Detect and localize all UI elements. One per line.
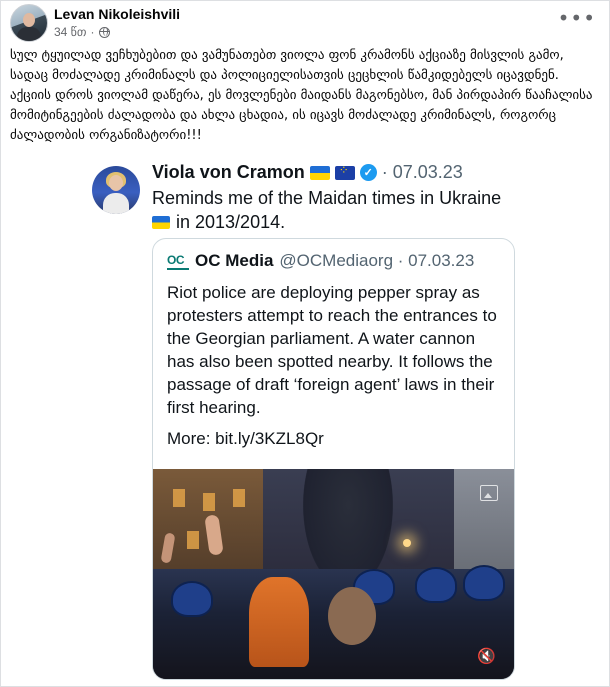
street-light [403,539,411,547]
tweet-text-line-1: Reminds me of the Maidan times in Ukrain… [152,188,502,208]
globe-icon[interactable] [98,26,110,38]
author-name[interactable]: Levan Nikoleishvili [54,6,180,22]
quoted-tweet-header: OC OC Media @OCMediaorg · 07.03.23 [167,251,474,271]
tweet-header: Viola von Cramon ✓ · 07.03.23 [152,162,463,183]
building-window [203,493,215,511]
building-window [187,531,199,549]
quoted-tweet-text: Riot police are deploying pepper spray a… [167,283,497,417]
quoted-tweet: OC OC Media @OCMediaorg · 07.03.23 Riot … [152,238,515,680]
image-gallery-icon [480,485,498,501]
protest-video-thumbnail: 🔇 [153,469,514,679]
orange-hood-person [249,577,309,667]
tweet-author-avatar [92,166,140,214]
quoted-tweet-link: More: bit.ly/3KZL8Qr [167,429,324,448]
avatar-head [23,13,35,27]
police-helmet [171,581,213,617]
quoted-author-name: OC Media [195,251,274,270]
post-meta: 34 წთ · [54,25,110,39]
tweet-text-line-2: in 2013/2014. [176,212,286,232]
avatar-coat [103,193,129,214]
avatar-face [109,175,123,191]
post-caption: სულ ტყუილად ვეჩხუბებით და ვამუნათებთ ვიო… [10,48,593,143]
protester-head [328,587,376,645]
facebook-post: Levan Nikoleishvili 34 წთ · ••• სულ ტყუი… [0,0,610,687]
building-window [233,489,245,507]
tweet-text-line-2-row: in 2013/2014. [152,210,522,234]
police-helmet [415,567,457,603]
author-avatar[interactable] [10,4,48,42]
building-window [173,489,185,507]
tweet-screenshot-image[interactable]: Viola von Cramon ✓ · 07.03.23 Reminds me… [74,152,537,682]
mute-icon: 🔇 [477,647,496,665]
police-helmet [463,565,505,601]
ukraine-flag-icon [309,165,330,180]
tweet-author-name: Viola von Cramon [152,162,305,182]
quoted-author-handle: @OCMediaorg · 07.03.23 [279,251,475,270]
avatar-torso [17,27,41,41]
oc-media-logo: OC [167,252,189,270]
tweet-date: · 07.03.23 [381,162,463,182]
verified-badge-icon: ✓ [359,164,377,181]
eu-flag-icon [334,163,355,180]
post-timestamp[interactable]: 34 წთ [54,25,87,39]
meta-separator: · [90,25,95,39]
more-options-icon[interactable]: ••• [558,8,596,28]
tweet-text: Reminds me of the Maidan times in Ukrain… [152,186,522,234]
ukraine-flag-icon [152,216,170,229]
